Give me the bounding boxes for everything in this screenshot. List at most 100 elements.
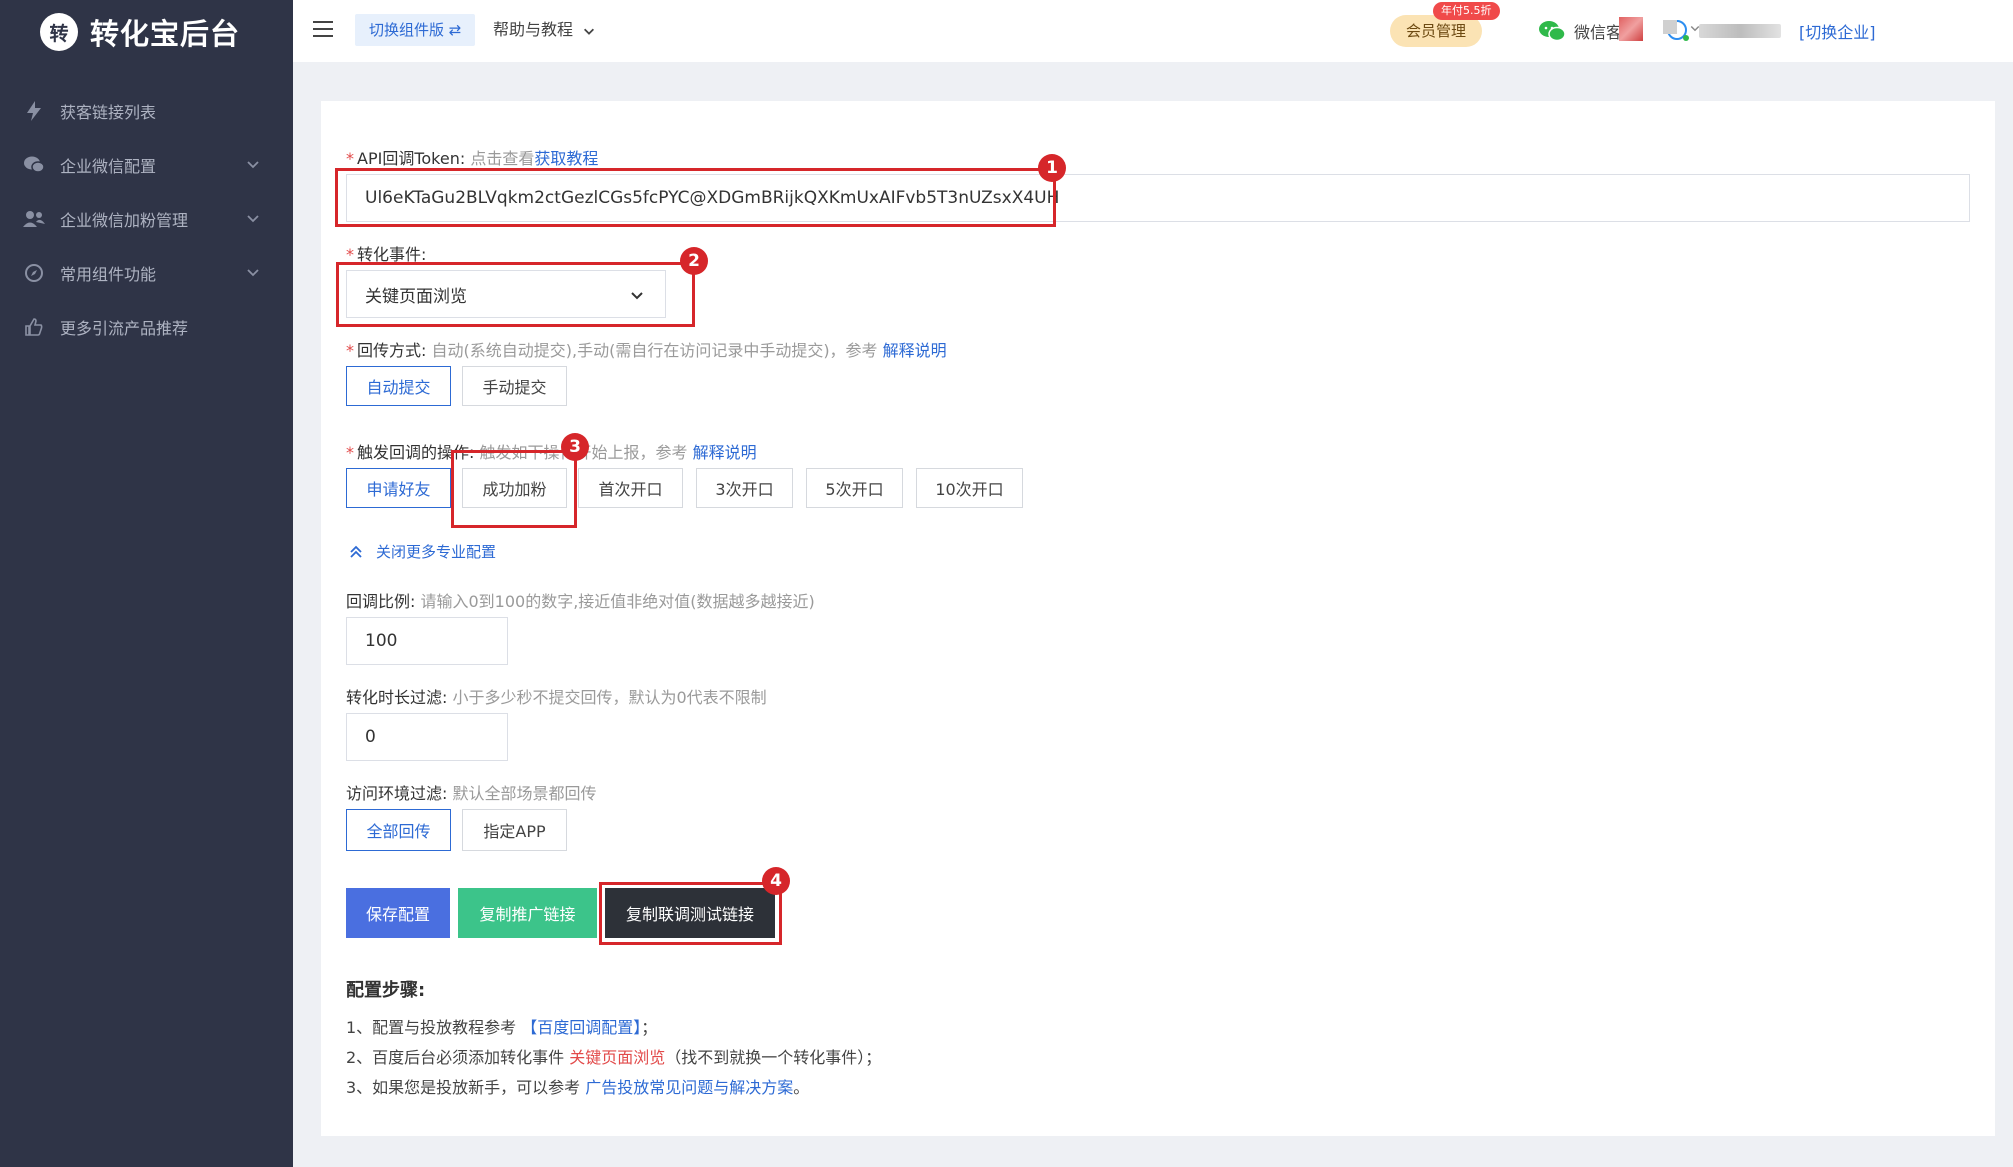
switch-component-button[interactable]: 切换组件版 ⇄ xyxy=(355,14,476,46)
step-line-1: 1、配置与投放教程参考 【百度回调配置】； xyxy=(346,1014,657,1038)
env-label-row: 访问环境过滤: 默认全部场景都回传 xyxy=(346,780,597,804)
ratio-value: 100 xyxy=(365,631,398,651)
users-icon xyxy=(22,207,46,231)
return-label-row: * 回传方式: 自动(系统自动提交),手动(需自行在访问记录中手动提交)，参考 解… xyxy=(346,341,947,360)
ratio-input[interactable]: 100 xyxy=(346,617,508,665)
wechat-icon xyxy=(1539,21,1566,42)
copy-promo-link-button[interactable]: 复制推广链接 xyxy=(458,888,597,938)
baidu-callback-config-link[interactable]: 【百度回调配置】 xyxy=(521,1018,641,1037)
sidebar-item-link-list[interactable]: 获客链接列表 xyxy=(0,84,293,138)
discount-badge: 年付5.5折 xyxy=(1433,2,1500,20)
env-hint: 默认全部场景都回传 xyxy=(452,784,597,803)
step-2-highlight: 关键页面浏览 xyxy=(569,1048,666,1067)
logo-text: 转化宝后台 xyxy=(90,17,241,51)
token-label: API回调Token: xyxy=(357,149,466,168)
user-name-redacted xyxy=(1663,20,1677,34)
avatar[interactable] xyxy=(1619,17,1643,41)
annotation-number-3: 3 xyxy=(561,433,589,461)
trigger-option-apply-friend[interactable]: 申请好友 xyxy=(346,468,451,508)
step-2-text: 2、百度后台必须添加转化事件 xyxy=(346,1048,565,1067)
help-dropdown[interactable]: 帮助与教程 xyxy=(493,14,596,46)
duration-label: 转化时长过滤: xyxy=(346,688,448,707)
steps-title: 配置步骤: xyxy=(346,980,426,1001)
help-label: 帮助与教程 xyxy=(493,20,574,39)
duration-hint: 小于多少秒不提交回传，默认为0代表不限制 xyxy=(452,688,767,707)
sidebar: 转 转化宝后台 获客链接列表 企业微信配置 企业微信加粉管理 常用组件功能 更多… xyxy=(0,0,293,1167)
copy-test-link-button[interactable]: 复制联调测试链接 xyxy=(605,888,775,938)
ratio-hint: 请输入0到100的数字,接近值非绝对值(数据越多越接近) xyxy=(420,592,815,611)
return-explain-link[interactable]: 解释说明 xyxy=(883,341,947,360)
trigger-label: 触发回调的操作: xyxy=(357,443,475,462)
duration-value: 0 xyxy=(365,727,376,747)
trigger-label-row: *触发回调的操作: 触发如下操作开始上报，参考 解释说明 xyxy=(346,443,757,462)
logo-mark: 转 xyxy=(40,13,78,51)
sidebar-item-label: 常用组件功能 xyxy=(60,265,157,284)
ratio-label: 回调比例: xyxy=(346,592,416,611)
chevron-down-icon xyxy=(247,161,259,169)
sidebar-item-wecom-fans[interactable]: 企业微信加粉管理 xyxy=(0,192,293,246)
annotation-number-1: 1 xyxy=(1038,154,1066,182)
env-option-app[interactable]: 指定APP xyxy=(462,809,567,851)
sidebar-nav: 获客链接列表 企业微信配置 企业微信加粉管理 常用组件功能 更多引流产品推荐 xyxy=(0,84,293,354)
top-bar: 切换组件版 ⇄ 帮助与教程 会员管理 年付5.5折 微信客服 [切换企业] xyxy=(293,0,2013,62)
chat-icon xyxy=(22,153,46,177)
env-label: 访问环境过滤: xyxy=(346,784,448,803)
trigger-option-10-talks[interactable]: 10次开口 xyxy=(916,468,1023,508)
sidebar-item-label: 企业微信配置 xyxy=(60,157,157,176)
menu-toggle-icon[interactable] xyxy=(313,21,333,39)
sidebar-item-label: 更多引流产品推荐 xyxy=(60,319,189,338)
duration-label-row: 转化时长过滤: 小于多少秒不提交回传，默认为0代表不限制 xyxy=(346,684,767,708)
return-option-auto[interactable]: 自动提交 xyxy=(346,366,451,406)
annotation-number-4: 4 xyxy=(762,867,790,895)
double-chevron-up-icon xyxy=(350,545,362,558)
trigger-option-5-talks[interactable]: 5次开口 xyxy=(806,468,903,508)
return-hint: 自动(系统自动提交),手动(需自行在访问记录中手动提交)，参考 xyxy=(431,341,878,360)
token-hint: 点击查看 xyxy=(470,149,535,168)
token-input[interactable]: Ul6eKTaGu2BLVqkm2ctGezlCGs5fcPYC@XDGmBRi… xyxy=(346,174,1970,222)
chevron-down-icon[interactable] xyxy=(1689,22,1701,34)
step-2-suffix: （找不到就换一个转化事件）； xyxy=(665,1048,882,1067)
annotation-number-2: 2 xyxy=(680,247,708,275)
switch-company-link[interactable]: [切换企业] xyxy=(1799,19,1876,43)
event-label-row: * 转化事件: xyxy=(346,245,427,264)
collapse-advanced-label: 关闭更多专业配置 xyxy=(376,543,497,561)
env-option-all[interactable]: 全部回传 xyxy=(346,809,451,851)
step-3-suffix: 。 xyxy=(793,1078,810,1097)
step-1-text: 1、配置与投放教程参考 xyxy=(346,1018,517,1037)
company-name-redacted xyxy=(1699,24,1781,38)
sidebar-item-label: 企业微信加粉管理 xyxy=(60,211,189,230)
duration-input[interactable]: 0 xyxy=(346,713,508,761)
sidebar-item-common-components[interactable]: 常用组件功能 xyxy=(0,246,293,300)
config-card: * API回调Token: 点击查看获取教程 Ul6eKTaGu2BLVqkm2c… xyxy=(321,101,1995,1136)
event-select[interactable]: 关键页面浏览 xyxy=(346,270,666,318)
chevron-down-icon xyxy=(247,215,259,223)
app-logo[interactable]: 转 转化宝后台 xyxy=(40,12,240,52)
step-3-text: 3、如果您是投放新手，可以参考 xyxy=(346,1078,581,1097)
chevron-down-icon xyxy=(631,292,643,300)
chevron-down-icon xyxy=(584,28,595,35)
step-line-3: 3、如果您是投放新手，可以参考 广告投放常见问题与解决方案。 xyxy=(346,1074,809,1098)
ratio-label-row: 回调比例: 请输入0到100的数字,接近值非绝对值(数据越多越接近) xyxy=(346,588,815,612)
step-1-suffix: ； xyxy=(641,1018,658,1037)
thumbs-up-icon xyxy=(22,315,46,339)
token-tutorial-link[interactable]: 获取教程 xyxy=(534,149,598,168)
step-line-2: 2、百度后台必须添加转化事件 关键页面浏览（找不到就换一个转化事件）； xyxy=(346,1044,881,1068)
trigger-option-first-talk[interactable]: 首次开口 xyxy=(578,468,683,508)
return-option-manual[interactable]: 手动提交 xyxy=(462,366,567,406)
ad-faq-link[interactable]: 广告投放常见问题与解决方案 xyxy=(585,1078,793,1097)
sidebar-item-wecom-config[interactable]: 企业微信配置 xyxy=(0,138,293,192)
save-config-button[interactable]: 保存配置 xyxy=(346,888,450,938)
sidebar-item-more-products[interactable]: 更多引流产品推荐 xyxy=(0,300,293,354)
lightning-icon xyxy=(22,99,46,123)
return-label: 回传方式: xyxy=(357,341,427,360)
chevron-down-icon xyxy=(247,269,259,277)
collapse-advanced-toggle[interactable]: 关闭更多专业配置 xyxy=(348,541,496,562)
event-label: 转化事件: xyxy=(357,245,427,264)
compass-icon xyxy=(22,261,46,285)
token-label-row: * API回调Token: 点击查看获取教程 xyxy=(346,149,599,168)
trigger-option-add-fan[interactable]: 成功加粉 xyxy=(462,468,567,508)
trigger-explain-link[interactable]: 解释说明 xyxy=(693,443,757,462)
event-select-value: 关键页面浏览 xyxy=(365,286,467,307)
trigger-option-3-talks[interactable]: 3次开口 xyxy=(696,468,793,508)
token-value: Ul6eKTaGu2BLVqkm2ctGezlCGs5fcPYC@XDGmBRi… xyxy=(365,188,1060,208)
